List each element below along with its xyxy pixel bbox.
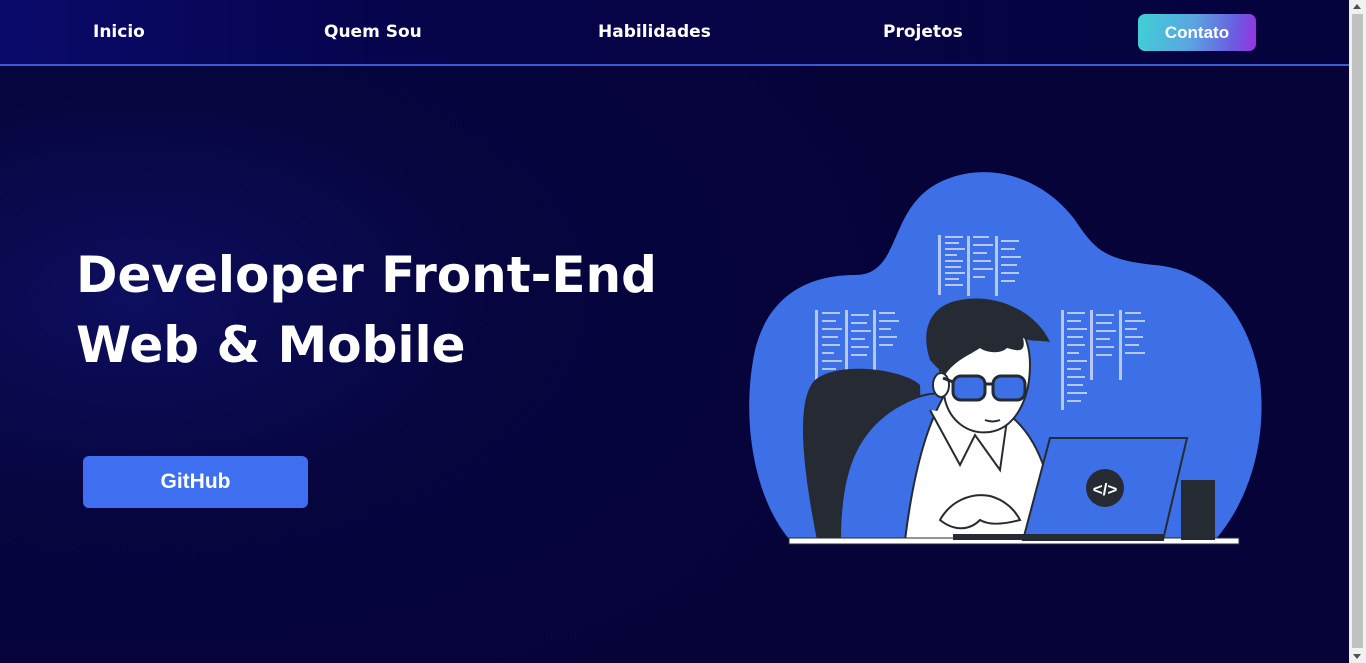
scrollbar[interactable] bbox=[1349, 0, 1366, 663]
nav-link-projetos[interactable]: Projetos bbox=[883, 22, 963, 42]
cup bbox=[1181, 480, 1215, 540]
github-button[interactable]: GitHub bbox=[83, 456, 308, 508]
nav-link-inicio[interactable]: Inicio bbox=[93, 22, 145, 42]
scroll-thumb[interactable] bbox=[1352, 14, 1363, 648]
hero-title-line-2: Web & Mobile bbox=[76, 316, 466, 374]
developer-illustration: </> bbox=[749, 172, 1262, 545]
contact-button[interactable]: Contato bbox=[1138, 14, 1256, 51]
navbar: Inicio Quem Sou Habilidades Projetos Con… bbox=[0, 0, 1349, 66]
glasses bbox=[942, 374, 1027, 402]
scroll-down-arrow-icon[interactable] bbox=[1353, 654, 1361, 659]
code-icon-symbol: </> bbox=[1093, 480, 1118, 499]
nav-link-quem-sou[interactable]: Quem Sou bbox=[324, 22, 422, 42]
hero-title: Developer Front-End Web & Mobile bbox=[76, 240, 696, 380]
scroll-up-arrow-icon[interactable] bbox=[1353, 4, 1361, 9]
ear bbox=[932, 372, 950, 398]
nav-link-habilidades[interactable]: Habilidades bbox=[598, 22, 711, 42]
hero-title-line-1: Developer Front-End bbox=[76, 246, 657, 304]
page: Inicio Quem Sou Habilidades Projetos Con… bbox=[0, 0, 1349, 663]
laptop-base bbox=[953, 534, 1163, 540]
